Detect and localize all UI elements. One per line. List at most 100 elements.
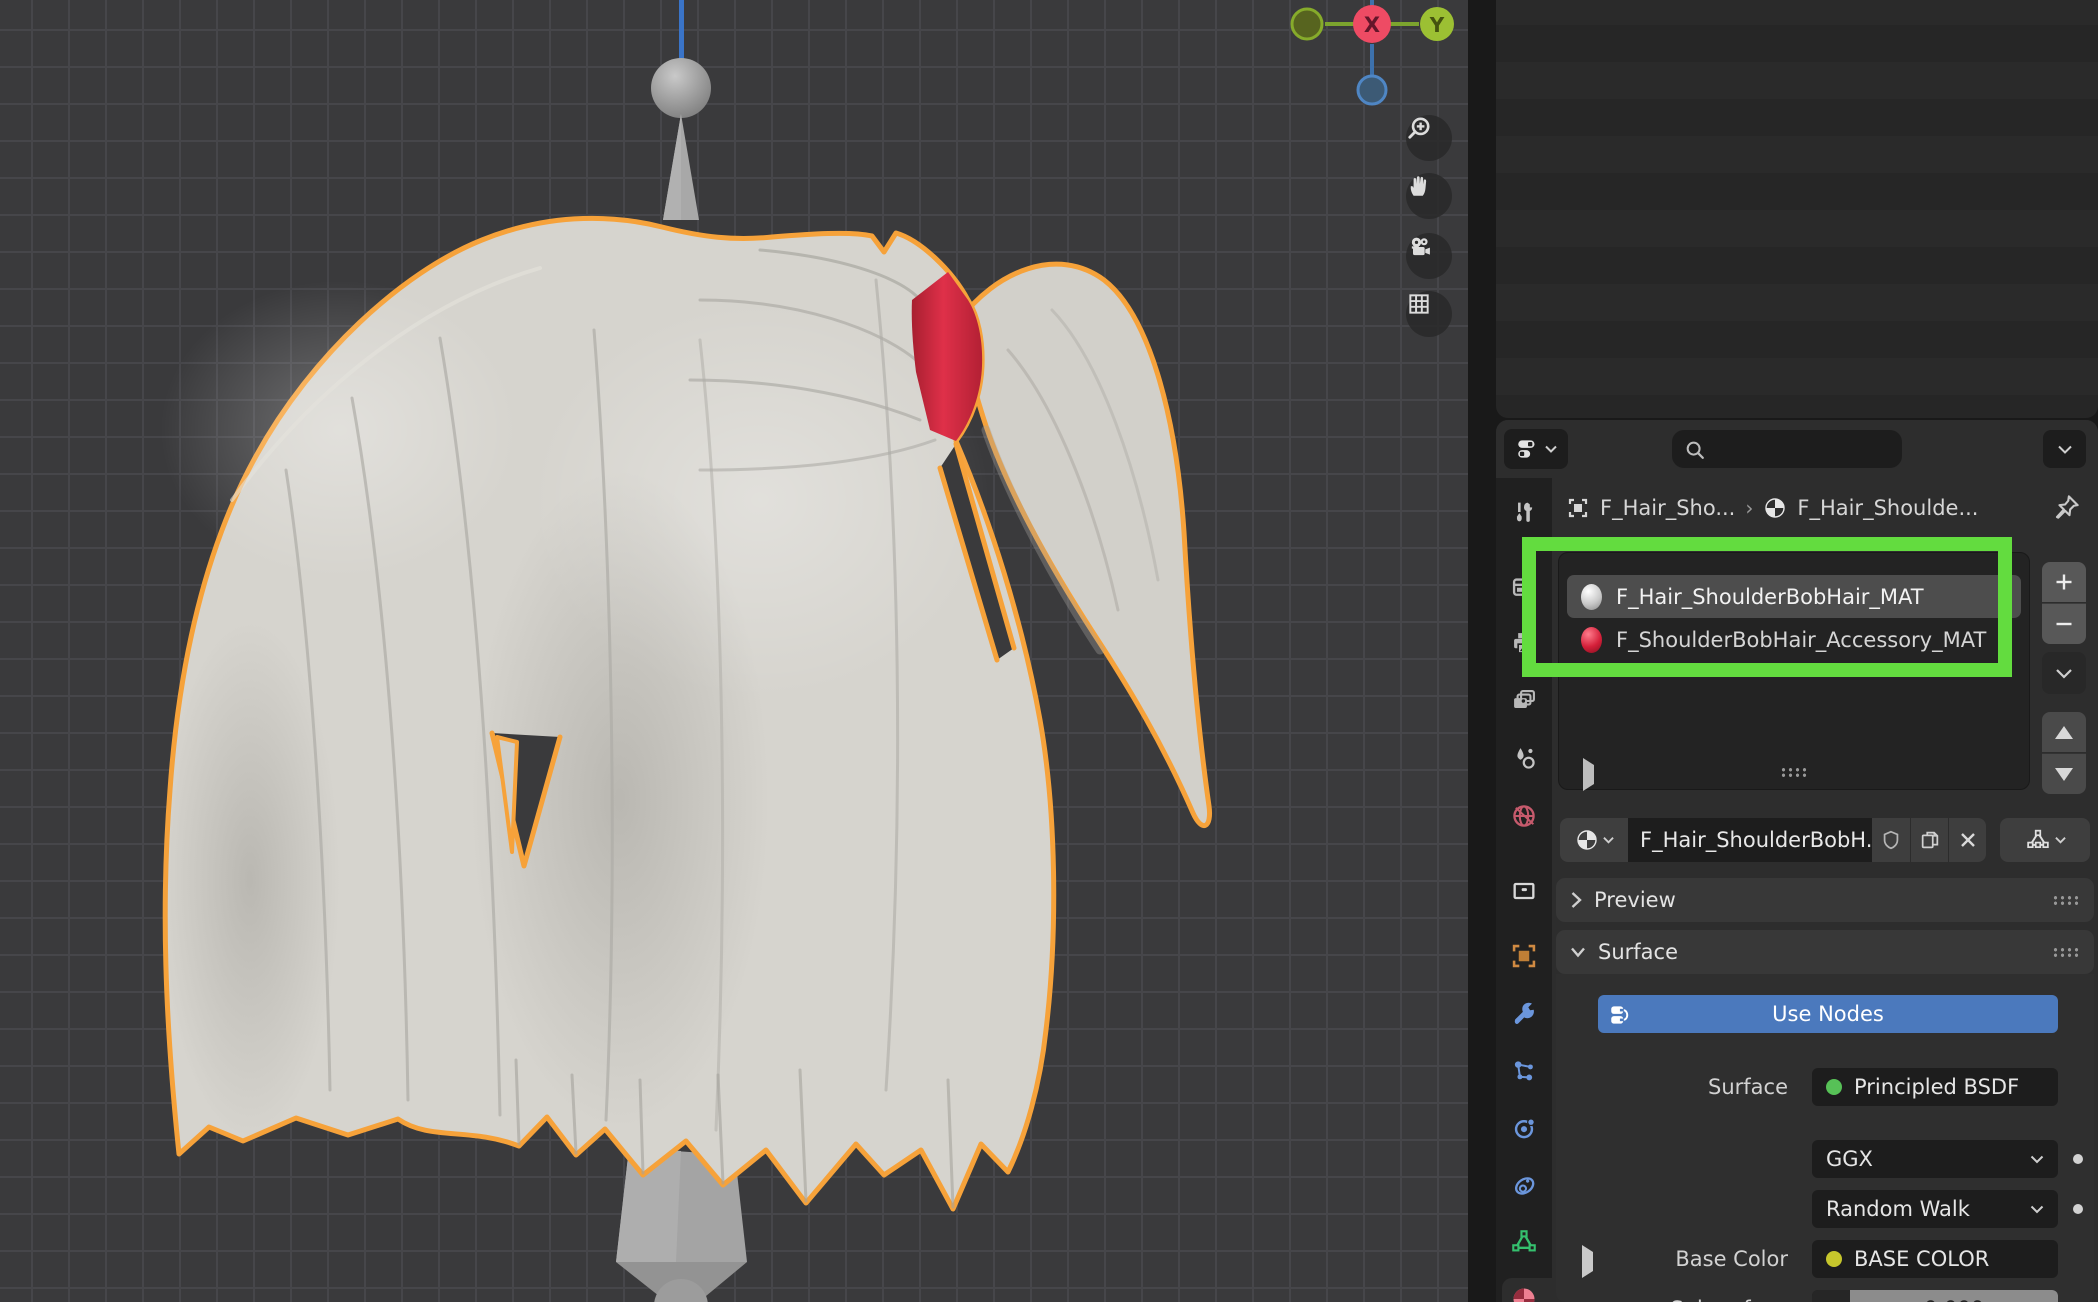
surface-panel-label: Surface — [1598, 940, 1678, 964]
tab-view-layer[interactable] — [1510, 687, 1538, 715]
breadcrumb-object[interactable]: F_Hair_Sho... — [1600, 496, 1735, 520]
chevron-down-icon — [2055, 668, 2073, 679]
tab-collection[interactable] — [1510, 877, 1538, 905]
plus-icon — [2054, 572, 2074, 592]
new-material-button[interactable] — [1910, 818, 1948, 862]
axis-gizmo[interactable]: X Y — [1292, 0, 1454, 104]
tool-icon — [1510, 498, 1538, 526]
mesh-link-icon — [2025, 827, 2051, 853]
zoom-button[interactable] — [1406, 115, 1452, 161]
chevron-down-icon — [2030, 1205, 2044, 1214]
browse-material-button[interactable] — [1560, 818, 1628, 862]
tab-world[interactable] — [1510, 802, 1538, 830]
material-slot-list: F_Hair_ShoulderBobHair_MAT F_ShoulderBob… — [1558, 552, 2030, 790]
material-sphere-icon — [1581, 584, 1602, 610]
constraints-icon — [1510, 1171, 1538, 1199]
surface-label: Surface — [1552, 1068, 1788, 1106]
preview-panel-header[interactable]: Preview — [1556, 878, 2094, 922]
surface-panel-header[interactable]: Surface — [1556, 930, 2094, 974]
subsurface-node-dot-cell — [1812, 1290, 1850, 1302]
tab-render[interactable] — [1510, 572, 1538, 600]
base-color-label: Base Color — [1552, 1240, 1788, 1278]
subsurface-value: 0.000 — [1850, 1290, 2058, 1302]
use-nodes-label: Use Nodes — [1772, 1002, 1884, 1026]
tab-particles[interactable] — [1510, 1057, 1538, 1085]
slot-list-resize-grip[interactable] — [1780, 767, 1808, 778]
base-color-field[interactable]: BASE COLOR — [1812, 1240, 2058, 1278]
material-slot-row[interactable]: F_Hair_ShoulderBobHair_MAT — [1567, 575, 2021, 618]
editor-type-button[interactable] — [1504, 429, 1568, 469]
distribution-row: GGX — [1552, 1140, 2098, 1178]
material-specials-button[interactable] — [2042, 652, 2086, 694]
close-icon — [1959, 831, 1977, 849]
outliner-panel — [1496, 0, 2098, 418]
gizmo-y-label: Y — [1429, 13, 1445, 37]
chevron-down-icon — [2055, 836, 2066, 844]
animate-decorator-dot[interactable] — [2073, 1154, 2083, 1164]
subsurface-slider[interactable]: 0.000 — [1812, 1290, 2058, 1302]
material-name-field[interactable]: F_Hair_ShoulderBobH... — [1628, 818, 1872, 862]
tab-material[interactable] — [1510, 1285, 1538, 1302]
material-icon — [1575, 828, 1599, 852]
tab-modifiers[interactable] — [1510, 999, 1538, 1027]
object-properties-icon — [1510, 942, 1538, 970]
material-slot-row[interactable]: F_ShoulderBobHair_Accessory_MAT — [1567, 618, 2021, 661]
base-color-row: Base Color BASE COLOR — [1552, 1240, 2098, 1278]
breadcrumb: F_Hair_Sho... › F_Hair_Shoulde... — [1552, 490, 1978, 526]
animate-decorator-dot[interactable] — [2073, 1204, 2083, 1214]
breadcrumb-material[interactable]: F_Hair_Shoulde... — [1797, 496, 1978, 520]
tab-constraints[interactable] — [1510, 1171, 1538, 1199]
surface-shader-field[interactable]: Principled BSDF — [1812, 1068, 2058, 1106]
search-input[interactable] — [1672, 430, 1902, 468]
surface-shader-row: Surface Principled BSDF — [1552, 1068, 2098, 1106]
move-slot-up-button[interactable] — [2042, 712, 2086, 752]
shader-node-dot — [1826, 1079, 1842, 1095]
filter-options-button[interactable] — [2043, 430, 2086, 468]
subsurface-method-dropdown[interactable]: Random Walk — [1812, 1190, 2058, 1228]
material-sphere-icon — [1581, 627, 1602, 653]
tab-object[interactable] — [1510, 942, 1538, 970]
chevron-down-icon — [1545, 445, 1557, 453]
render-properties-icon — [1510, 572, 1538, 600]
add-material-slot-button[interactable] — [2042, 562, 2086, 602]
3d-viewport[interactable]: X Y — [0, 0, 1468, 1302]
collection-properties-icon — [1510, 877, 1538, 905]
pan-button[interactable] — [1406, 173, 1452, 219]
tab-physics[interactable] — [1510, 1114, 1538, 1142]
hair-object[interactable] — [160, 218, 1210, 1209]
camera-view-button[interactable] — [1406, 233, 1452, 279]
gizmo-negx-ball[interactable] — [1292, 9, 1322, 39]
properties-editor: F_Hair_Sho... › F_Hair_Shoulde... F_Hair… — [1496, 420, 2098, 1302]
remove-material-slot-button[interactable] — [2042, 603, 2086, 644]
object-icon — [1566, 496, 1590, 520]
subsurface-row: Subsurface 0.000 — [1552, 1290, 2098, 1302]
tab-tool[interactable] — [1510, 498, 1538, 526]
tab-output[interactable] — [1510, 629, 1538, 657]
panel-drag-grip[interactable] — [2052, 947, 2080, 958]
fake-user-button[interactable] — [1872, 818, 1910, 862]
material-icon — [1763, 496, 1787, 520]
wrench-icon — [1510, 999, 1538, 1027]
unlink-material-button[interactable] — [1948, 818, 1986, 862]
gizmo-negz-ball[interactable] — [1358, 76, 1386, 104]
chevron-down-icon — [1603, 836, 1614, 844]
material-slot-name: F_ShoulderBobHair_Accessory_MAT — [1616, 628, 1986, 652]
minus-icon — [2054, 614, 2074, 634]
pin-button[interactable] — [2052, 492, 2082, 526]
tab-object-data[interactable] — [1510, 1228, 1538, 1256]
subsurface-label: Subsurface — [1552, 1290, 1788, 1302]
link-material-target-button[interactable] — [2000, 818, 2090, 862]
tab-scene[interactable] — [1510, 744, 1538, 772]
properties-content: F_Hair_Sho... › F_Hair_Shoulde... F_Hair… — [1552, 478, 2098, 1302]
panel-drag-grip[interactable] — [2052, 895, 2080, 906]
slot-list-filter-toggle[interactable] — [1583, 765, 1594, 784]
move-slot-down-button[interactable] — [2042, 753, 2086, 794]
camera-icon — [1406, 233, 1434, 261]
grid-toggle-button[interactable] — [1406, 291, 1452, 337]
properties-editor-icon — [1515, 436, 1541, 462]
view-layer-icon — [1510, 687, 1538, 715]
base-color-value: BASE COLOR — [1854, 1247, 1989, 1271]
distribution-dropdown[interactable]: GGX — [1812, 1140, 2058, 1178]
use-nodes-button[interactable]: Use Nodes — [1598, 995, 2058, 1033]
grid-icon — [1406, 291, 1432, 317]
